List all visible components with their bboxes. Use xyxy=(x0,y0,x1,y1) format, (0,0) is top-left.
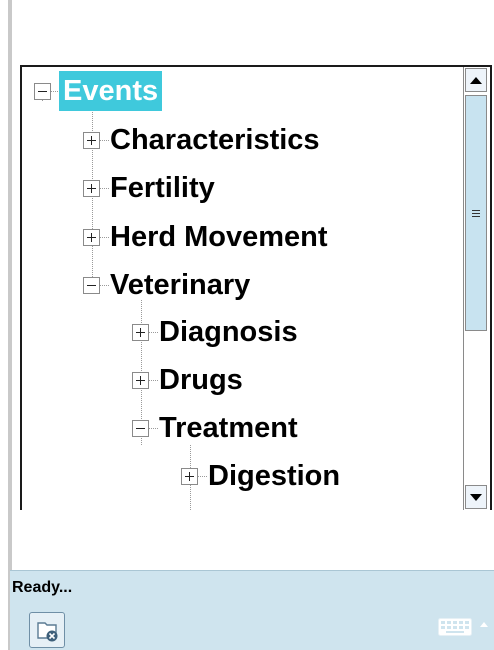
scroll-down-arrow-icon xyxy=(470,493,482,501)
vertical-scrollbar[interactable] xyxy=(463,67,490,510)
tree-content: Events Characteristics Fertility Herd Mo… xyxy=(22,67,460,510)
collapse-toggle-icon[interactable] xyxy=(83,276,100,294)
status-text: Ready... xyxy=(12,578,73,596)
tree-node-digestion[interactable]: Digestion xyxy=(181,456,342,496)
grip-icon xyxy=(472,209,480,217)
tree-node-label[interactable]: Diagnosis xyxy=(157,312,300,352)
scroll-up-arrow-icon xyxy=(470,76,482,84)
scroll-thumb[interactable] xyxy=(465,95,487,331)
tree-node-label[interactable]: Events xyxy=(59,71,163,111)
tree-node-label[interactable]: Characteristics xyxy=(108,120,322,160)
collapse-toggle-icon[interactable] xyxy=(34,82,51,100)
expand-toggle-icon[interactable] xyxy=(83,228,100,246)
collapse-toggle-icon[interactable] xyxy=(132,419,149,437)
scroll-down-button[interactable] xyxy=(465,485,487,509)
folder-close-icon xyxy=(37,622,58,642)
tree-node-fertility[interactable]: Fertility xyxy=(83,168,217,208)
keyboard-icon[interactable] xyxy=(438,618,472,636)
bottom-toolbar xyxy=(10,604,494,650)
tree-node-diagnosis[interactable]: Diagnosis xyxy=(132,312,300,352)
tree-node-label[interactable]: Veterinary xyxy=(108,265,252,305)
window-left-edge xyxy=(8,0,12,650)
expand-toggle-icon[interactable] xyxy=(132,371,149,389)
tree-node-drugs[interactable]: Drugs xyxy=(132,360,245,400)
tree-node-characteristics[interactable]: Characteristics xyxy=(83,120,322,160)
scroll-up-button[interactable] xyxy=(465,68,487,92)
expand-toggle-icon[interactable] xyxy=(83,179,100,197)
tree-view[interactable]: Events Characteristics Fertility Herd Mo… xyxy=(20,65,492,510)
tree-node-label[interactable]: Treatment xyxy=(157,408,300,448)
status-bar: Ready... xyxy=(10,570,494,604)
tree-node-label[interactable]: Drugs xyxy=(157,360,245,400)
tree-node-veterinary[interactable]: Veterinary xyxy=(83,265,252,305)
tree-node-label[interactable]: Herd Movement xyxy=(108,217,330,257)
expand-toggle-icon[interactable] xyxy=(83,131,100,149)
tree-node-herd-movement[interactable]: Herd Movement xyxy=(83,217,330,257)
tree-node-events[interactable]: Events xyxy=(34,71,163,111)
tree-node-treatment[interactable]: Treatment xyxy=(132,408,300,448)
keyboard-expand-caret-icon[interactable] xyxy=(480,622,488,627)
expand-toggle-icon[interactable] xyxy=(181,467,198,485)
tree-node-label[interactable]: Fertility xyxy=(108,168,217,208)
tree-node-label[interactable]: Digestion xyxy=(206,456,342,496)
expand-toggle-icon[interactable] xyxy=(132,323,149,341)
folder-close-button[interactable] xyxy=(29,612,65,648)
